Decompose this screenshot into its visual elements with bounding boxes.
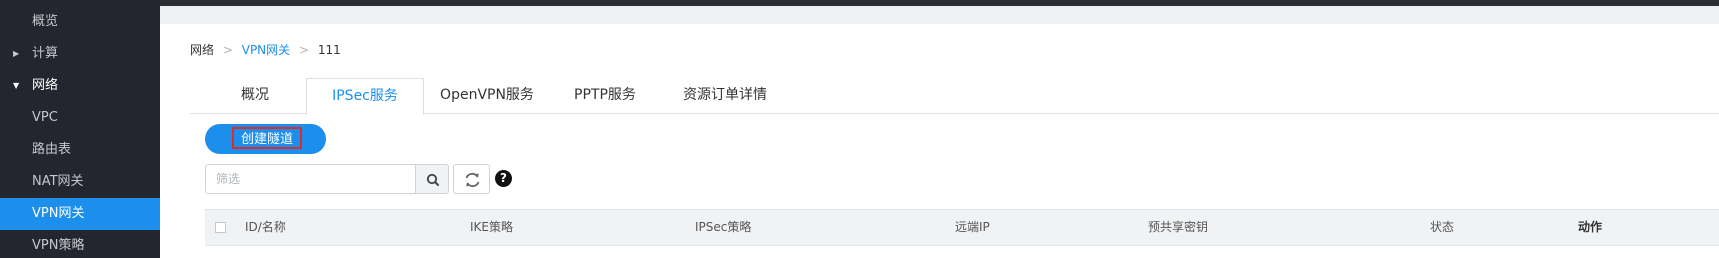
sidebar: 概览 ▶ 计算 ▼ 网络 VPC 路由表 NAT网关 VPN网关 VPN策略 xyxy=(0,0,160,258)
breadcrumb-item-network[interactable]: 网络 xyxy=(190,43,214,57)
column-header-action: 动作 xyxy=(1578,220,1603,234)
tab-pptp[interactable]: PPTP服务 xyxy=(560,78,650,113)
sidebar-item-overview[interactable]: 概览 xyxy=(0,6,160,38)
sidebar-item-label: VPC xyxy=(32,110,58,125)
sidebar-item-label: 网络 xyxy=(32,78,59,93)
refresh-icon xyxy=(465,172,480,188)
sidebar-item-label: VPN策略 xyxy=(32,238,85,253)
breadcrumb-item-current: 111 xyxy=(317,43,341,57)
caret-down-icon: ▼ xyxy=(13,81,20,90)
sidebar-group-network[interactable]: ▼ 网络 xyxy=(0,70,160,102)
sidebar-item-route-table[interactable]: 路由表 xyxy=(0,134,160,166)
filter-input[interactable] xyxy=(205,164,416,194)
column-header-ipsec-policy[interactable]: IPSec策略 xyxy=(695,210,751,245)
sidebar-item-label: NAT网关 xyxy=(32,174,84,189)
breadcrumb-separator: > xyxy=(299,43,310,57)
breadcrumb-item-vpn-gateway[interactable]: VPN网关 xyxy=(242,43,290,57)
tab-overview[interactable]: 概况 xyxy=(210,78,300,113)
sidebar-item-vpn-gateway[interactable]: VPN网关 xyxy=(0,198,160,230)
search-button[interactable] xyxy=(415,164,449,194)
help-icon[interactable]: ? xyxy=(495,170,512,187)
create-tunnel-label: 创建隧道 xyxy=(232,127,302,149)
table-header: ID/名称 IKE策略 IPSec策略 远端IP 预共享密钥 状态 动作 xyxy=(205,209,1719,246)
tab-openvpn[interactable]: OpenVPN服务 xyxy=(432,78,542,113)
tab-ipsec[interactable]: IPSec服务 xyxy=(306,78,424,115)
refresh-button[interactable] xyxy=(453,164,490,194)
sidebar-item-label: 计算 xyxy=(32,46,59,61)
top-bar xyxy=(0,0,1719,6)
sidebar-item-label: VPN网关 xyxy=(32,206,85,221)
column-header-status[interactable]: 状态 xyxy=(1430,210,1454,245)
sidebar-item-vpc[interactable]: VPC xyxy=(0,102,160,134)
breadcrumb: 网络 > VPN网关 > 111 xyxy=(190,41,341,58)
column-header-preshared-key[interactable]: 预共享密钥 xyxy=(1148,210,1208,245)
sidebar-item-vpn-policy[interactable]: VPN策略 xyxy=(0,230,160,258)
sidebar-item-label: 路由表 xyxy=(32,142,72,157)
search-icon xyxy=(426,173,439,186)
create-tunnel-button[interactable]: 创建隧道 xyxy=(205,124,326,154)
sidebar-item-nat-gateway[interactable]: NAT网关 xyxy=(0,166,160,198)
sidebar-item-label: 概览 xyxy=(32,14,59,29)
select-all-checkbox[interactable] xyxy=(215,222,226,233)
tab-resource-order-details[interactable]: 资源订单详情 xyxy=(670,78,780,113)
caret-right-icon: ▶ xyxy=(13,49,20,58)
column-header-ike-policy[interactable]: IKE策略 xyxy=(470,210,513,245)
column-header-remote-ip[interactable]: 远端IP xyxy=(955,210,990,245)
column-header-id-name[interactable]: ID/名称 xyxy=(245,210,286,245)
sidebar-group-compute[interactable]: ▶ 计算 xyxy=(0,38,160,70)
breadcrumb-separator: > xyxy=(222,43,233,57)
